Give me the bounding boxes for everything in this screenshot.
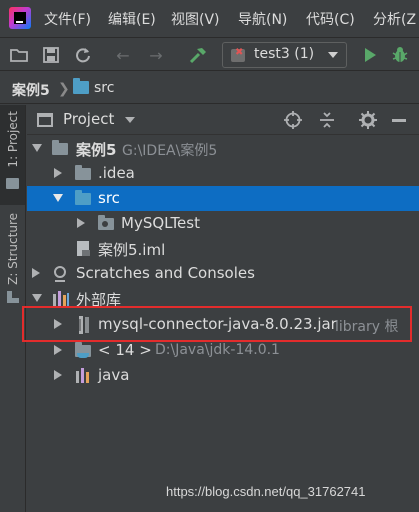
tree-label-idea: .idea [98, 164, 135, 182]
config-error-icon [231, 47, 245, 62]
run-config-label: test3 (1) [254, 46, 315, 62]
menu-bar: 文件(F) 编辑(E) 视图(V) 导航(N) 代码(C) 分析(Z [0, 0, 419, 36]
menu-navigate[interactable]: 导航(N) [238, 9, 287, 29]
java-cup-icon [77, 353, 89, 358]
source-folder-icon [75, 190, 91, 205]
locate-target-icon[interactable] [284, 111, 302, 133]
save-icon[interactable] [42, 46, 60, 64]
tree-label-scratches: Scratches and Consoles [76, 264, 255, 282]
chevron-down-icon [328, 52, 338, 58]
highlight-annotation-box [22, 306, 412, 342]
project-panel-header: Project [27, 105, 419, 135]
forward-icon[interactable]: → [147, 46, 165, 65]
tree-label-src: src [98, 189, 120, 207]
tree-label-java: java [98, 366, 130, 384]
run-icon[interactable] [361, 46, 379, 64]
tab-project-label: 1: Project [5, 111, 20, 168]
tree-item-iml[interactable]: 案例5.iml [27, 236, 419, 261]
tree-item-java[interactable]: java [27, 363, 419, 388]
file-corner-icon [82, 250, 90, 256]
package-dot-icon [102, 221, 108, 227]
folder-icon [6, 177, 19, 189]
scratches-icon [52, 265, 68, 287]
debug-icon[interactable] [391, 46, 409, 64]
gear-icon[interactable] [359, 111, 377, 133]
watermark-text: https://blog.csdn.net/qq_31762741 [166, 484, 366, 499]
main-toolbar: ← → test3 (1) [0, 37, 419, 71]
tree-label-mysqltest: MySQLTest [121, 214, 200, 232]
sync-icon[interactable] [74, 46, 92, 64]
module-folder-icon [52, 140, 68, 155]
breadcrumb-project[interactable]: 案例5 [12, 80, 50, 100]
chevron-right-icon[interactable] [54, 168, 62, 178]
menu-code[interactable]: 代码(C) [306, 9, 355, 29]
breadcrumb-separator-icon: ❯ [58, 81, 70, 97]
library-icon [75, 368, 93, 388]
tree-item-idea[interactable]: .idea [27, 161, 419, 186]
chevron-right-icon[interactable] [54, 370, 62, 380]
tree-item-root[interactable]: 案例5 G:\IDEA\案例5 [27, 136, 419, 161]
breadcrumb-folder[interactable]: src [94, 80, 114, 96]
chevron-down-icon[interactable] [53, 194, 63, 202]
tree-path-jdk: D:\Java\jdk-14.0.1 [155, 342, 280, 358]
intellij-logo-icon[interactable] [9, 7, 31, 29]
tree-label-iml: 案例5.iml [98, 241, 166, 259]
chevron-down-icon[interactable] [32, 144, 42, 152]
open-folder-icon[interactable] [10, 46, 28, 64]
run-config-selector[interactable]: test3 (1) [222, 42, 347, 68]
tree-label-root: 案例5 [76, 141, 117, 159]
tree-path-root: G:\IDEA\案例5 [122, 143, 218, 159]
menu-view[interactable]: 视图(V) [171, 9, 220, 29]
breadcrumb: 案例5 ❯ src [0, 72, 419, 104]
folder-icon [73, 78, 89, 94]
menu-edit[interactable]: 编辑(E) [108, 9, 156, 29]
tab-project[interactable]: 1: Project [0, 105, 25, 205]
chevron-right-icon[interactable] [77, 218, 85, 228]
tab-structure-label: Z: Structure [5, 213, 20, 285]
panel-title[interactable]: Project [63, 110, 114, 128]
tree-item-scratches[interactable]: Scratches and Consoles [27, 261, 419, 286]
build-hammer-icon[interactable] [189, 46, 207, 64]
menu-file[interactable]: 文件(F) [44, 9, 91, 29]
chevron-right-icon[interactable] [54, 345, 62, 355]
chevron-down-icon[interactable] [125, 117, 135, 123]
back-icon[interactable]: ← [114, 46, 132, 65]
tree-label-jdk: < 14 > [98, 341, 152, 359]
tree-item-mysqltest[interactable]: MySQLTest [27, 211, 419, 236]
folder-icon [75, 165, 91, 180]
collapse-all-icon[interactable] [318, 111, 336, 133]
hide-panel-icon[interactable] [392, 119, 406, 122]
structure-icon [6, 290, 19, 303]
chevron-down-icon[interactable] [32, 294, 42, 302]
tree-item-src[interactable]: src [27, 186, 419, 211]
menu-analyze[interactable]: 分析(Z [373, 9, 416, 29]
project-view-icon [37, 113, 53, 127]
chevron-right-icon[interactable] [32, 268, 40, 278]
